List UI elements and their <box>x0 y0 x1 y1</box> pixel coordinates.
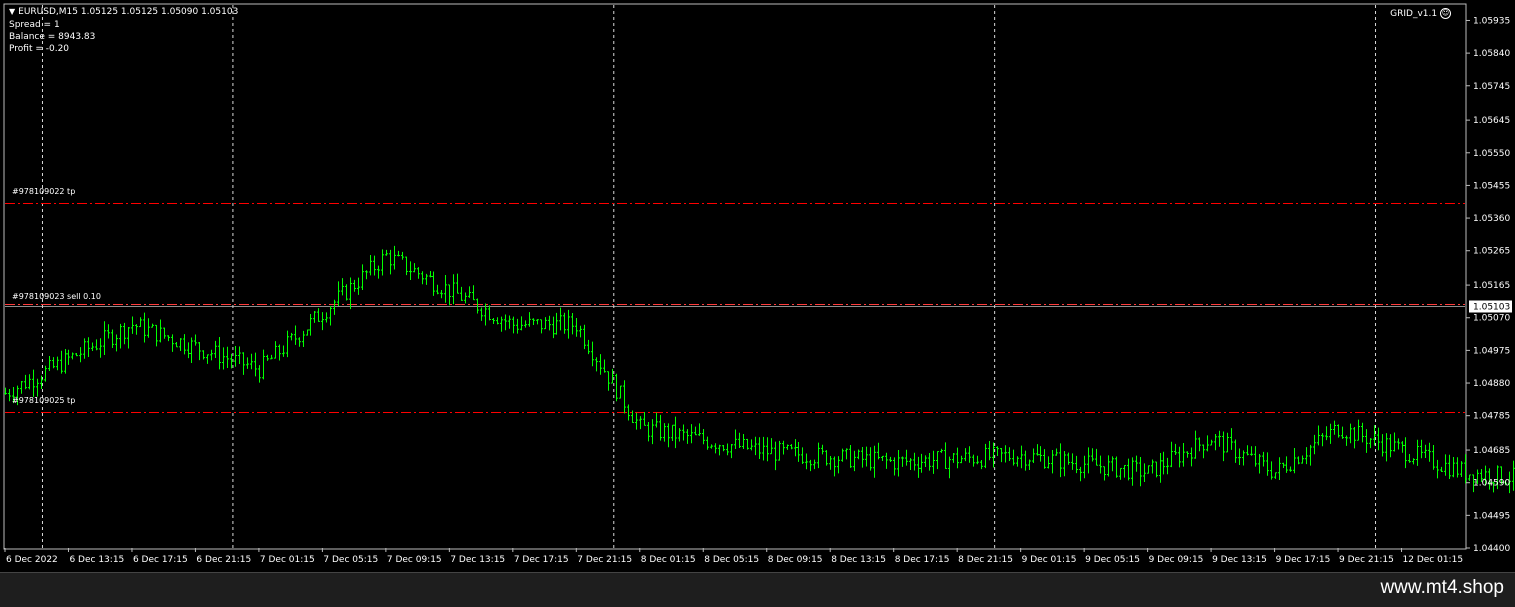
x-tick-label: 7 Dec 09:15 <box>387 555 442 565</box>
x-tick-label: 8 Dec 13:15 <box>831 555 886 565</box>
y-tick-label: 1.04880 <box>1473 379 1510 389</box>
x-tick-label: 7 Dec 13:15 <box>450 555 505 565</box>
order-label-sell[interactable]: #978109023 sell 0.10 <box>12 292 101 301</box>
y-tick-label: 1.05745 <box>1473 82 1510 92</box>
x-tick-label: 9 Dec 21:15 <box>1339 555 1394 565</box>
x-tick-label: 6 Dec 17:15 <box>133 555 188 565</box>
x-tick-label: 6 Dec 13:15 <box>69 555 124 565</box>
y-tick-label: 1.05645 <box>1473 116 1510 126</box>
y-tick-label: 1.05550 <box>1473 149 1510 159</box>
x-tick-label: 7 Dec 21:15 <box>577 555 632 565</box>
x-tick-label: 9 Dec 05:15 <box>1085 555 1140 565</box>
mt4-chart-window[interactable]: 1.05935 1.05840 1.05745 1.05645 1.05550 1.054… <box>0 0 1515 607</box>
balance-text: Balance = 8943.83 <box>9 32 96 42</box>
x-tick-label: 8 Dec 05:15 <box>704 555 759 565</box>
smiley-icon: ☺ <box>1440 8 1451 19</box>
x-tick-label: 8 Dec 09:15 <box>768 555 823 565</box>
price-chart[interactable]: 1.05935 1.05840 1.05745 1.05645 1.05550 1.054… <box>0 0 1515 572</box>
x-tick-label: 7 Dec 05:15 <box>323 555 378 565</box>
x-tick-label: 8 Dec 21:15 <box>958 555 1013 565</box>
ea-name: GRID_v1.1 <box>1390 9 1438 19</box>
expert-advisor-label[interactable]: GRID_v1.1 ☺ <box>1390 8 1451 19</box>
y-tick-label: 1.04590 <box>1473 479 1510 489</box>
y-tick-label: 1.05070 <box>1473 314 1510 324</box>
x-tick-label: 7 Dec 01:15 <box>260 555 315 565</box>
triangle-down-icon[interactable]: ▼ <box>9 6 15 18</box>
y-tick-label: 1.04975 <box>1473 346 1510 356</box>
x-tick-label: 9 Dec 09:15 <box>1149 555 1204 565</box>
x-tick-label: 6 Dec 2022 <box>6 555 58 565</box>
y-tick-label: 1.04400 <box>1473 544 1510 554</box>
x-tick-label: 6 Dec 21:15 <box>196 555 251 565</box>
x-tick-label: 8 Dec 01:15 <box>641 555 696 565</box>
symbol-info[interactable]: ▼ EURUSD,M15 1.05125 1.05125 1.05090 1.05… <box>9 6 238 18</box>
profit-text: Profit = -0.20 <box>9 44 70 54</box>
x-tick-label: 8 Dec 17:15 <box>895 555 950 565</box>
y-tick-label: 1.05935 <box>1473 16 1510 26</box>
y-tick-label: 1.05455 <box>1473 181 1510 191</box>
spread-text: Spread = 1 <box>9 20 60 30</box>
y-tick-label: 1.04495 <box>1473 511 1510 521</box>
y-tick-label: 1.04785 <box>1473 412 1510 422</box>
order-label-tp-upper[interactable]: #978109022 tp <box>12 187 75 196</box>
current-price-label: 1.05103 <box>1473 303 1510 313</box>
y-tick-label: 1.05360 <box>1473 214 1510 224</box>
watermark-text: www.mt4.shop <box>1380 577 1504 598</box>
x-tick-label: 9 Dec 01:15 <box>1022 555 1077 565</box>
y-tick-label: 1.05165 <box>1473 281 1510 291</box>
order-label-tp-lower[interactable]: #978109025 tp <box>12 396 75 405</box>
x-tick-label: 7 Dec 17:15 <box>514 555 569 565</box>
y-tick-label: 1.05265 <box>1473 247 1510 257</box>
x-tick-label: 9 Dec 17:15 <box>1276 555 1331 565</box>
chart-frame <box>3 3 1467 550</box>
y-tick-label: 1.05840 <box>1473 49 1510 59</box>
x-tick-label: 9 Dec 13:15 <box>1212 555 1267 565</box>
x-tick-label: 12 Dec 01:15 <box>1403 555 1464 565</box>
symbol-info-text: EURUSD,M15 1.05125 1.05125 1.05090 1.051… <box>18 7 239 17</box>
y-tick-label: 1.04685 <box>1473 446 1510 456</box>
watermark-footer: www.mt4.shop <box>0 572 1515 607</box>
